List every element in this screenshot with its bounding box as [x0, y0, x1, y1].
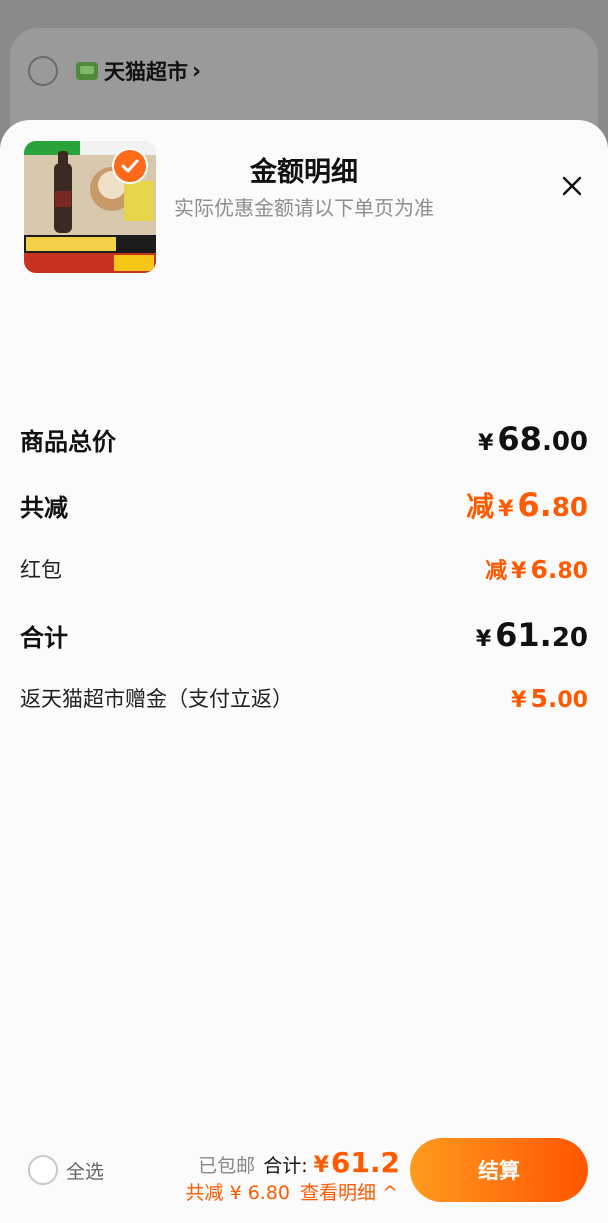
checkmark-icon [121, 159, 139, 173]
red-packet-row: 红包 减 ¥ 6. 80 [20, 553, 588, 585]
red-packet-prefix: 减 [485, 559, 508, 584]
cashback-int: 5. [530, 683, 558, 713]
bar-discount-line: 共减 ¥ 6.80 查看明细 ^ [186, 1178, 398, 1205]
close-icon [562, 176, 582, 196]
discount-total-row: 共减 减 ¥ 6. 80 [20, 485, 588, 525]
total-price: ¥ 61. 20 [476, 616, 588, 654]
red-packet-price: 减 ¥ 6. 80 [485, 553, 588, 585]
discount-total-dec: 80 [551, 493, 588, 523]
red-packet-dec: 80 [557, 559, 588, 584]
tmall-supermarket-logo-icon [76, 62, 98, 80]
subtotal-int: 68 [497, 420, 542, 458]
total-yen: ¥ [475, 627, 492, 652]
total-int: 61. [495, 616, 552, 654]
discount-total-price: 减 ¥ 6. 80 [466, 485, 588, 525]
store-select-radio[interactable] [28, 56, 58, 86]
subtotal-label: 商品总价 [20, 427, 116, 456]
cashback-price: ¥ 5. 00 [511, 684, 588, 713]
bar-discount-text: 共减 ¥ 6.80 [185, 1182, 291, 1204]
store-header[interactable]: 天猫超市 › [28, 56, 201, 86]
view-detail-link[interactable]: 查看明细 ^ [300, 1178, 398, 1205]
cashback-yen: ¥ [511, 687, 527, 713]
subtotal-yen: ¥ [478, 431, 494, 456]
select-all-label[interactable]: 全选 [66, 1157, 104, 1184]
discount-total-yen: ¥ [498, 497, 514, 522]
checkout-button[interactable]: 结算 [410, 1138, 588, 1202]
discount-total-prefix: 减 [466, 490, 495, 523]
cashback-label: 返天猫超市赠金（支付立返） [20, 687, 293, 711]
amount-detail-sheet: 金额明细 实际优惠金额请以下单页为准 [0, 120, 608, 1223]
red-packet-label: 红包 [20, 558, 62, 582]
red-packet-int: 6. [530, 555, 558, 584]
free-shipping-label: 已包邮 [198, 1155, 256, 1177]
subtotal-dec: .00 [541, 427, 588, 457]
bar-total-yen: ¥ [313, 1153, 329, 1178]
discount-total-label: 共减 [20, 493, 68, 522]
chevron-right-icon: › [192, 58, 202, 84]
store-name[interactable]: 天猫超市 [104, 56, 188, 86]
red-packet-yen: ¥ [511, 559, 527, 584]
checkout-bar: 全选 已包邮 合计: ¥ 61.2 共减 ¥ 6.80 查看明细 ^ 结算 [0, 1128, 608, 1223]
total-row: 合计 ¥ 61. 20 [20, 616, 588, 654]
select-all-toggle[interactable]: 全选 [28, 1155, 104, 1185]
cashback-dec: 00 [557, 687, 588, 713]
bar-total-amount: 61.2 [330, 1146, 400, 1179]
select-all-radio[interactable] [28, 1155, 58, 1185]
cashback-row: 返天猫超市赠金（支付立返） ¥ 5. 00 [20, 683, 588, 713]
close-button[interactable] [556, 170, 588, 202]
total-dec: 20 [551, 623, 588, 653]
subtotal-row: 商品总价 ¥ 68 .00 [20, 420, 588, 458]
subtotal-price: ¥ 68 .00 [478, 420, 588, 458]
discount-total-int: 6. [517, 486, 552, 524]
product-selected-check[interactable] [112, 148, 148, 184]
bar-total-line: 已包邮 合计: ¥ 61.2 [198, 1146, 400, 1179]
total-label: 合计 [20, 623, 68, 652]
bar-total-label: 合计: [263, 1155, 308, 1177]
